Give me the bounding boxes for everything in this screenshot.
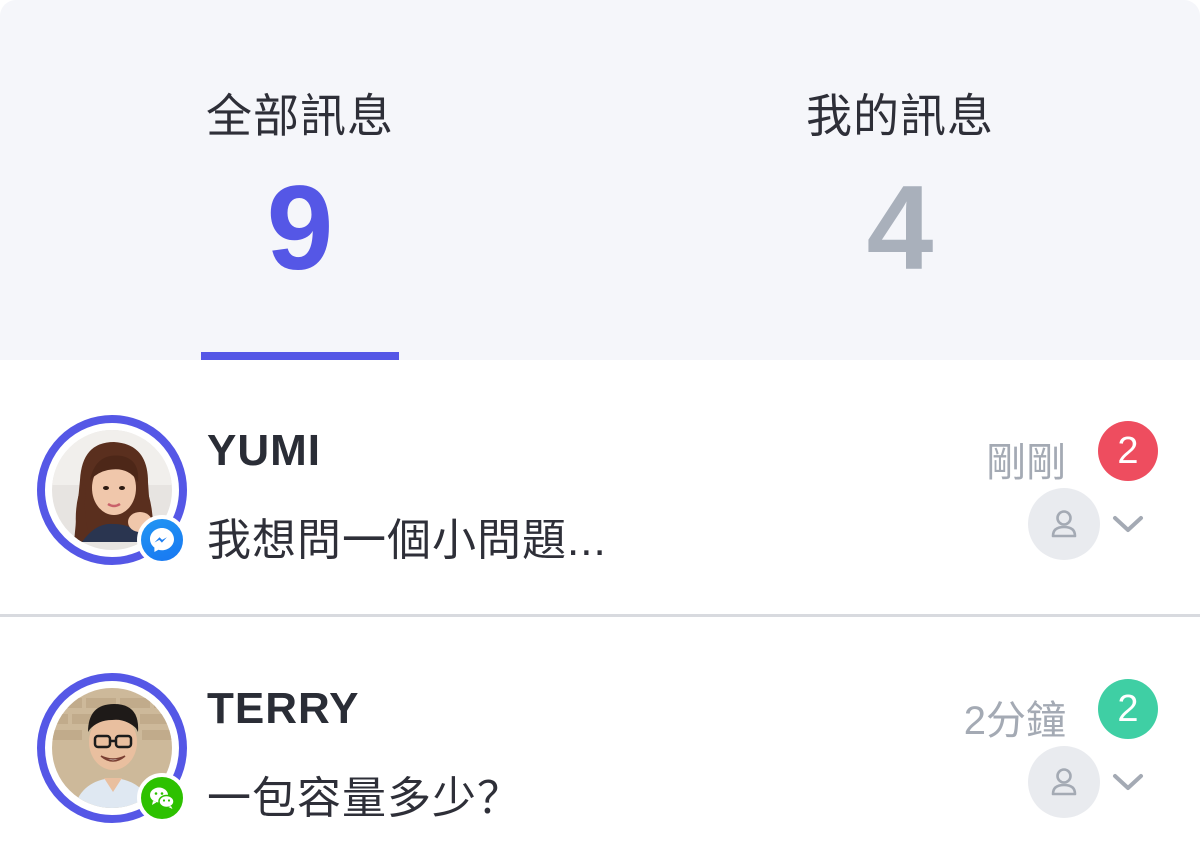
tab-my-messages[interactable]: 我的訊息 4 xyxy=(600,0,1200,360)
tab-my-messages-count: 4 xyxy=(866,161,934,295)
messenger-icon xyxy=(137,515,187,565)
message-stats-header: 全部訊息 9 我的訊息 4 xyxy=(0,0,1200,360)
unread-count-badge: 2 xyxy=(1098,421,1158,481)
tab-all-messages-count: 9 xyxy=(266,161,334,295)
contact-name: TERRY xyxy=(207,684,360,733)
user-icon xyxy=(1051,768,1077,796)
message-time: 2分鐘 xyxy=(963,699,1066,743)
user-icon xyxy=(1051,510,1077,538)
message-time: 剛剛 xyxy=(986,441,1066,485)
chevron-down-icon xyxy=(1113,774,1143,790)
expand-chevron-button[interactable] xyxy=(1110,506,1146,542)
unread-count-badge: 2 xyxy=(1098,679,1158,739)
message-preview: 一包容量多少？ xyxy=(207,774,522,823)
conversation-item[interactable]: YUMI 我想問一個小問題... 剛剛 2 xyxy=(0,360,1200,610)
tab-all-messages[interactable]: 全部訊息 9 xyxy=(0,0,600,360)
tab-all-messages-label: 全部訊息 xyxy=(206,90,394,142)
tab-my-messages-label: 我的訊息 xyxy=(806,90,994,142)
list-divider xyxy=(0,614,1200,617)
assign-agent-button[interactable] xyxy=(1028,488,1100,560)
wechat-icon xyxy=(137,773,187,823)
expand-chevron-button[interactable] xyxy=(1110,764,1146,800)
active-tab-indicator xyxy=(201,352,399,360)
avatar-ring xyxy=(37,415,187,565)
conversation-item[interactable]: TERRY 一包容量多少？ 2分鐘 2 xyxy=(0,618,1200,868)
assign-agent-button[interactable] xyxy=(1028,746,1100,818)
chevron-down-icon xyxy=(1113,516,1143,532)
avatar-ring xyxy=(37,673,187,823)
message-preview: 我想問一個小問題... xyxy=(207,516,607,565)
contact-name: YUMI xyxy=(207,426,321,475)
